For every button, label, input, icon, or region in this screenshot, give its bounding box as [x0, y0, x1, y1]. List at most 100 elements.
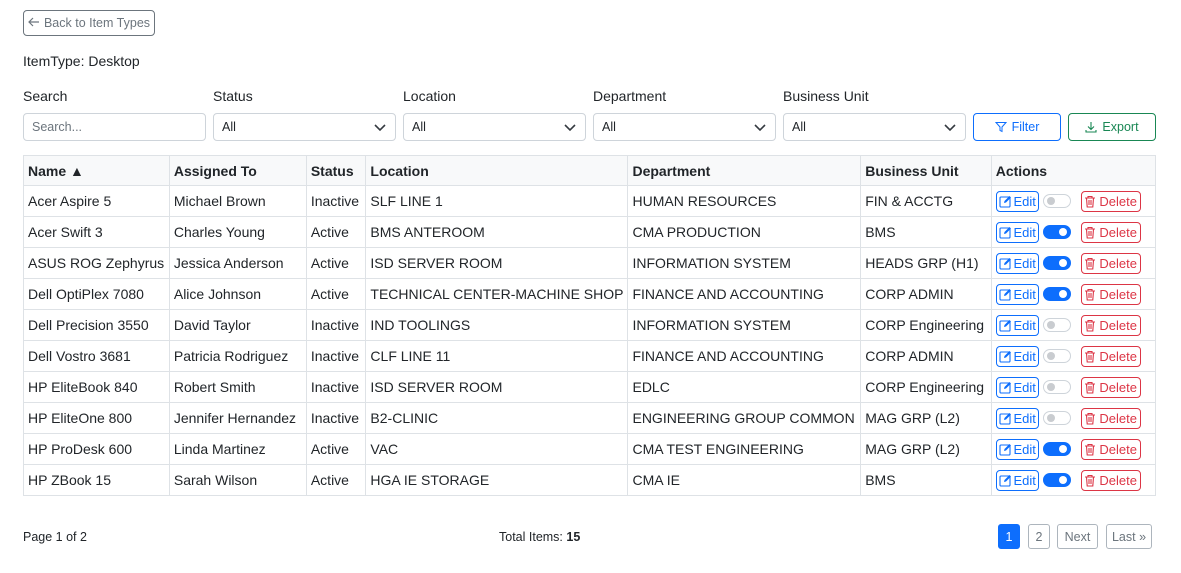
actions-group: Edit Delete [995, 217, 1151, 247]
cell-name: HP ProDesk 600 [23, 433, 170, 465]
actions-group: Edit Delete [995, 434, 1151, 464]
total-items-value: 15 [566, 530, 581, 544]
edit-icon [998, 350, 1012, 363]
delete-button[interactable]: Delete [1080, 469, 1141, 491]
edit-button[interactable]: Edit [995, 407, 1039, 429]
cell-actions: Edit Delete [990, 185, 1157, 217]
export-button-label: Export [1102, 120, 1139, 134]
search-input[interactable]: Search... [23, 113, 206, 141]
delete-button[interactable]: Delete [1080, 283, 1141, 305]
cell-business-unit: MAG GRP (L2) [860, 402, 992, 434]
active-toggle[interactable] [1042, 349, 1071, 363]
delete-button-label: Delete [1099, 224, 1137, 240]
cell-business-unit: HEADS GRP (H1) [860, 247, 992, 279]
active-toggle[interactable] [1042, 194, 1071, 208]
delete-button[interactable]: Delete [1080, 345, 1141, 367]
trash-icon [1084, 474, 1096, 487]
status-select-value: All [222, 120, 236, 134]
edit-button[interactable]: Edit [995, 376, 1039, 398]
edit-icon [998, 226, 1012, 239]
edit-button[interactable]: Edit [995, 345, 1039, 367]
table-row: Dell OptiPlex 7080 Alice Johnson Active TEC… [23, 278, 1157, 310]
toggle-knob [1046, 414, 1055, 422]
actions-group: Edit Delete [995, 465, 1151, 495]
delete-button[interactable]: Delete [1080, 376, 1141, 398]
cell-status: Active [305, 433, 367, 465]
active-toggle[interactable] [1042, 473, 1071, 487]
cell-assigned-to: Robert Smith [168, 371, 307, 403]
delete-button[interactable]: Delete [1080, 314, 1141, 336]
edit-button[interactable]: Edit [995, 221, 1039, 243]
department-select-value: All [602, 120, 616, 134]
toggle-knob [1046, 383, 1055, 391]
actions-group: Edit Delete [995, 403, 1151, 433]
toggle-knob [1058, 445, 1067, 453]
trash-icon [1084, 195, 1096, 208]
business-unit-select[interactable]: All [783, 113, 966, 141]
edit-button[interactable]: Edit [995, 314, 1039, 336]
edit-button-label: Edit [1013, 410, 1036, 426]
active-toggle[interactable] [1042, 225, 1071, 239]
chevron-down-icon [374, 124, 386, 132]
last-page-button[interactable]: Last » [1106, 524, 1152, 549]
delete-button[interactable]: Delete [1080, 438, 1141, 460]
delete-button-label: Delete [1099, 441, 1137, 457]
department-select[interactable]: All [593, 113, 776, 141]
page-1-button[interactable]: 1 [998, 524, 1020, 549]
cell-assigned-to: Charles Young [168, 216, 307, 248]
status-select[interactable]: All [213, 113, 396, 141]
location-select[interactable]: All [403, 113, 586, 141]
cell-assigned-to: Patricia Rodriguez [168, 340, 307, 372]
column-header-assigned-to: Assigned To [168, 155, 307, 186]
cell-actions: Edit Delete [990, 464, 1157, 496]
active-toggle[interactable] [1042, 318, 1071, 332]
table-row: Dell Vostro 3681 Patricia Rodriguez Inacti… [23, 340, 1157, 372]
cell-name: Dell OptiPlex 7080 [23, 278, 170, 310]
delete-button[interactable]: Delete [1080, 221, 1141, 243]
trash-icon [1084, 288, 1096, 301]
trash-icon [1084, 226, 1096, 239]
filter-button[interactable]: Filter [973, 113, 1061, 141]
active-toggle[interactable] [1042, 442, 1071, 456]
cell-actions: Edit Delete [990, 340, 1157, 372]
table-body: Acer Aspire 5 Michael Brown Inactive SLF LI… [23, 185, 1157, 496]
total-items: Total Items: 15 [499, 530, 580, 544]
edit-button[interactable]: Edit [995, 438, 1039, 460]
edit-icon [998, 288, 1012, 301]
column-header-name[interactable]: Name ▲ [23, 155, 170, 186]
cell-business-unit: BMS [860, 464, 992, 496]
cell-status: Inactive [305, 309, 367, 341]
location-label: Location [403, 88, 456, 104]
delete-button-label: Delete [1099, 286, 1137, 302]
actions-group: Edit Delete [995, 248, 1151, 278]
cell-name: ASUS ROG Zephyrus [23, 247, 170, 279]
edit-button-label: Edit [1013, 193, 1036, 209]
active-toggle[interactable] [1042, 287, 1071, 301]
trash-icon [1084, 381, 1096, 394]
delete-button[interactable]: Delete [1080, 252, 1141, 274]
back-button-label: Back to Item Types [43, 16, 151, 30]
cell-status: Active [305, 278, 367, 310]
next-page-button[interactable]: Next [1057, 524, 1098, 549]
column-header-business-unit: Business Unit [860, 155, 992, 186]
page-2-button[interactable]: 2 [1028, 524, 1050, 549]
delete-button[interactable]: Delete [1080, 190, 1141, 212]
cell-business-unit: CORP ADMIN [860, 278, 992, 310]
active-toggle[interactable] [1042, 256, 1071, 270]
back-to-item-types-button[interactable]: Back to Item Types [23, 10, 155, 36]
edit-button[interactable]: Edit [995, 469, 1039, 491]
edit-button[interactable]: Edit [995, 190, 1039, 212]
active-toggle[interactable] [1042, 380, 1071, 394]
actions-group: Edit Delete [995, 341, 1151, 371]
department-label: Department [593, 88, 667, 104]
edit-button-label: Edit [1013, 348, 1036, 364]
cell-location: VAC [365, 433, 629, 465]
edit-button[interactable]: Edit [995, 252, 1039, 274]
delete-button[interactable]: Delete [1080, 407, 1141, 429]
edit-button[interactable]: Edit [995, 283, 1039, 305]
cell-assigned-to: Jennifer Hernandez [168, 402, 307, 434]
edit-icon [998, 381, 1012, 394]
cell-name: HP EliteOne 800 [23, 402, 170, 434]
active-toggle[interactable] [1042, 411, 1071, 425]
export-button[interactable]: Export [1068, 113, 1156, 141]
